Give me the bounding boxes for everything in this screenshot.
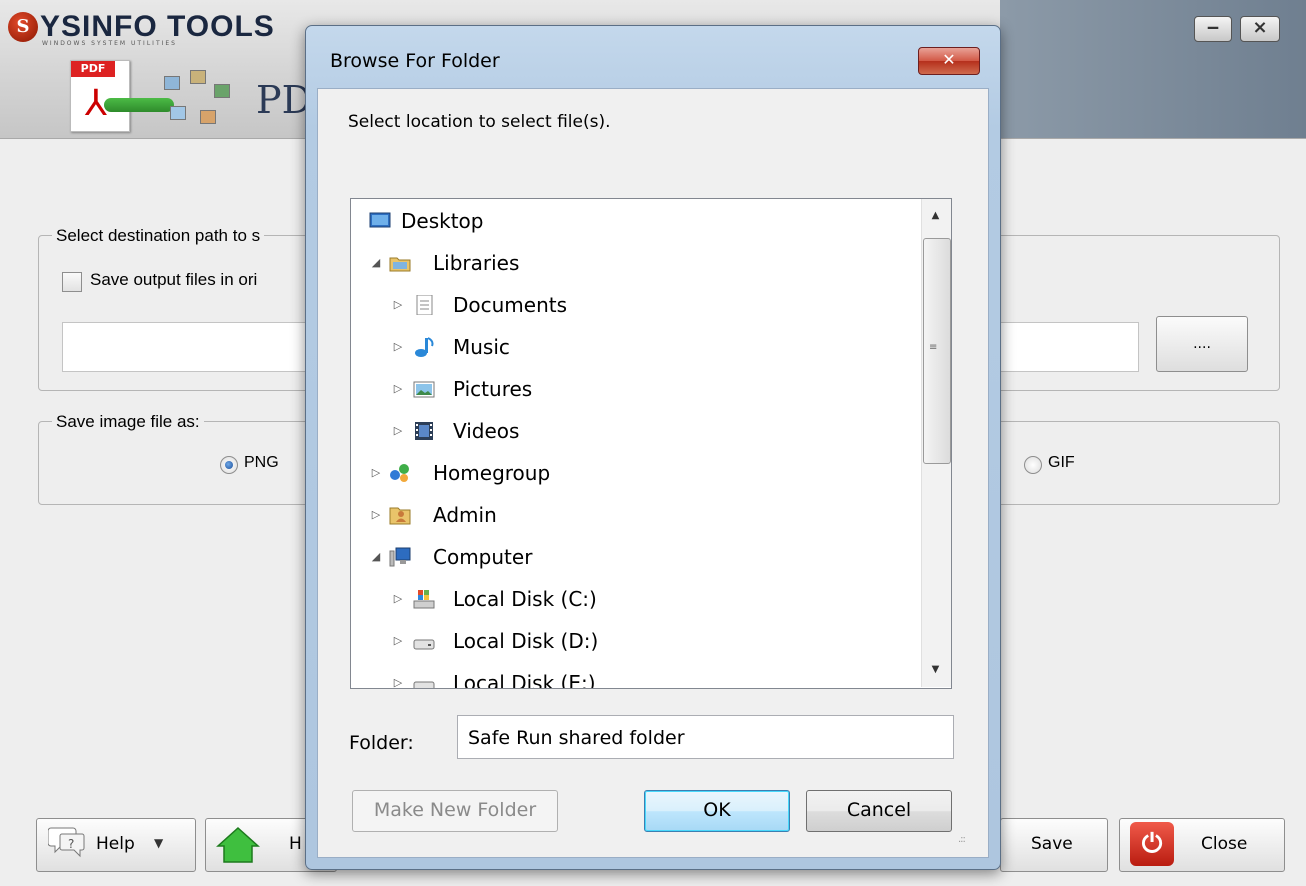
scroll-up-arrow-icon[interactable]: ▲ [921,199,950,233]
folder-tree[interactable]: Desktop ◢ Libraries ▷ Documents ▷ Music … [350,198,952,689]
system-drive-icon [413,590,435,609]
user-folder-icon [389,507,411,525]
tree-item-videos[interactable]: ▷ Videos [351,412,921,450]
dialog-close-button[interactable]: ✕ [918,47,980,75]
make-new-folder-button[interactable]: Make New Folder [352,790,558,832]
help-button-label: Help [96,834,135,854]
brand-logo-icon: S [8,12,38,42]
save-button-label: Save [1031,834,1073,854]
tree-item-label: Local Disk (C:) [453,587,597,611]
tree-item-label: Documents [453,293,568,317]
tree-item-documents[interactable]: ▷ Documents [351,286,921,324]
expand-arrow-icon[interactable]: ▷ [391,664,405,688]
chevron-down-icon: ▼ [154,836,164,850]
png-radio[interactable] [220,456,238,474]
folder-label: Folder: [349,732,414,754]
browse-button[interactable]: .... [1156,316,1248,372]
expand-arrow-icon[interactable]: ▷ [391,580,405,618]
scroll-down-arrow-icon[interactable]: ▼ [921,654,950,686]
brand-tagline: WINDOWS SYSTEM UTILITIES [42,40,177,47]
tree-item-admin[interactable]: ▷ Admin [351,496,921,534]
tree-item-desktop[interactable]: Desktop [351,202,921,240]
tree-item-label: Homegroup [433,461,551,485]
png-radio-label[interactable]: PNG [244,454,279,472]
dialog-instruction: Select location to select file(s). [348,112,611,132]
help-icon: ? [48,827,85,858]
tree-item-label: Libraries [433,251,520,275]
power-icon: ⏻ [1130,822,1174,866]
ok-button[interactable]: OK [644,790,790,832]
expand-arrow-icon[interactable]: ▷ [391,622,405,660]
videos-icon [415,422,433,440]
tree-item-label: Desktop [401,209,484,233]
music-icon [415,337,434,357]
pdf-tag: PDF [71,61,115,77]
home-icon [216,826,260,863]
pictures-icon [413,381,435,398]
save-original-location-label: Save output files in ori [90,270,258,289]
cancel-button[interactable]: Cancel [806,790,952,832]
resize-grip-icon[interactable]: .:: [958,834,966,845]
expand-arrow-icon[interactable]: ▷ [391,286,405,324]
image-format-group-label: Save image file as: [52,412,204,432]
close-button-label: Close [1201,834,1248,854]
dialog-title: Browse For Folder [330,50,500,72]
grip-icon: ≡ [929,342,938,353]
pdf-file-icon: PDF ⅄ [70,60,130,132]
expand-arrow-icon[interactable]: ▷ [391,370,405,408]
computer-icon [389,547,411,567]
expand-arrow-icon[interactable]: ▷ [391,412,405,450]
tree-item-pictures[interactable]: ▷ Pictures [351,370,921,408]
tree-item-local-disk-c[interactable]: ▷ Local Disk (C:) [351,580,921,618]
libraries-icon [389,257,411,272]
collapse-arrow-icon[interactable]: ◢ [369,244,383,282]
home-button-label: H [289,834,302,854]
tree-item-label: Admin [433,503,497,527]
folder-name-input[interactable]: Safe Run shared folder [457,715,954,759]
tree-item-label: Local Disk (E:) [453,671,596,689]
homegroup-icon [390,464,409,482]
expand-arrow-icon[interactable]: ▷ [369,454,383,492]
tree-item-computer[interactable]: ◢ Computer [351,538,921,576]
destination-group-label: Select destination path to s [52,226,265,246]
tree-item-local-disk-d[interactable]: ▷ Local Disk (D:) [351,622,921,660]
gif-radio[interactable] [1024,456,1042,474]
tree-item-label: Music [453,335,510,359]
expand-arrow-icon[interactable]: ▷ [391,328,405,366]
tree-item-homegroup[interactable]: ▷ Homegroup [351,454,921,492]
svg-text:?: ? [68,837,74,851]
collapse-arrow-icon[interactable]: ◢ [369,538,383,576]
drive-icon [413,681,435,688]
brand-logo-text: YSINFO TOOLS [40,10,275,43]
images-icon [160,70,234,132]
save-original-location-checkbox[interactable] [62,272,82,292]
expand-arrow-icon[interactable]: ▷ [369,496,383,534]
tree-item-local-disk-e[interactable]: ▷ Local Disk (E:) [351,664,921,689]
tree-item-libraries[interactable]: ◢ Libraries [351,244,921,282]
tree-item-label: Videos [453,419,520,443]
documents-icon [416,295,433,315]
window-close-button[interactable]: ⨯ [1240,16,1280,42]
tree-item-label: Computer [433,545,533,569]
drive-icon [413,639,435,650]
app-title: PD [256,78,313,122]
desktop-icon [369,212,391,228]
gif-radio-label[interactable]: GIF [1048,454,1075,472]
tree-item-label: Local Disk (D:) [453,629,599,653]
tree-item-music[interactable]: ▷ Music [351,328,921,366]
tree-item-label: Pictures [453,377,533,401]
minimize-button[interactable]: ‒ [1194,16,1232,42]
